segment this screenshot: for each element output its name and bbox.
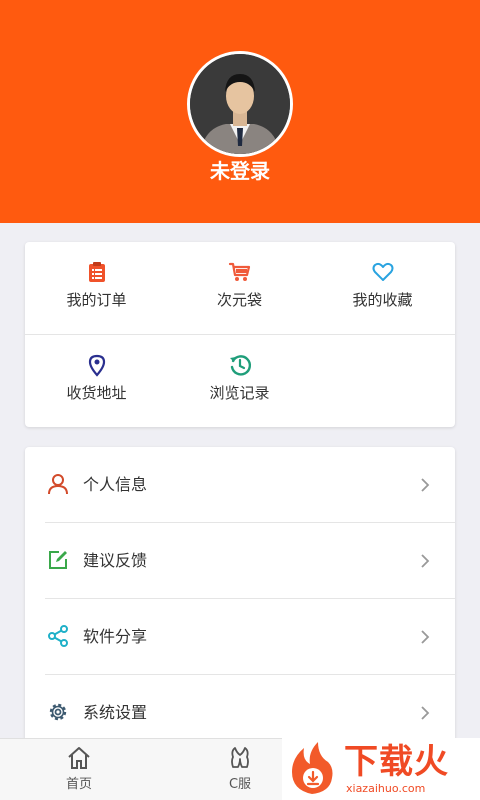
flame-logo-icon [292, 742, 333, 794]
list-item-feedback[interactable]: 建议反馈 [25, 523, 455, 599]
chevron-right-icon [421, 478, 430, 492]
tab-c-service-label: C服 [228, 777, 252, 792]
shopping-cart-icon [228, 262, 251, 281]
settings-list-card: 个人信息 建议反馈 软件分享 系统设置 [25, 447, 455, 747]
cart-label: 次元袋 [216, 291, 262, 309]
profile-header: 未登录 [0, 0, 480, 223]
favorites-label: 我的收藏 [352, 291, 413, 309]
c-service-icon [231, 747, 249, 768]
avatar[interactable] [187, 51, 293, 157]
watermark-brand: 下载火 [344, 742, 449, 782]
settings-label: 系统设置 [83, 703, 148, 722]
tab-home[interactable]: 首页 [29, 739, 129, 800]
share-icon [48, 625, 68, 647]
history-clock-icon [230, 355, 252, 376]
cart-item[interactable]: 次元袋 [168, 242, 311, 334]
quick-menu-card: 我的订单 次元袋 我的收藏 收货地址 浏览记录 [25, 242, 455, 427]
favorites-item[interactable]: 我的收藏 [311, 242, 454, 334]
location-pin-icon [88, 354, 106, 377]
my-orders-label: 我的订单 [66, 291, 127, 309]
history-item[interactable]: 浏览记录 [168, 335, 311, 427]
person-icon [48, 474, 68, 495]
home-icon [68, 747, 90, 769]
tab-home-label: 首页 [65, 777, 92, 792]
heart-icon [372, 262, 394, 281]
chevron-right-icon [421, 554, 430, 568]
address-item[interactable]: 收货地址 [25, 335, 168, 427]
order-list-icon [89, 262, 105, 282]
user-avatar-icon [190, 54, 290, 154]
gear-icon [49, 703, 67, 721]
chevron-right-icon [421, 706, 430, 720]
share-label: 软件分享 [83, 627, 148, 646]
chevron-right-icon [421, 630, 430, 644]
list-item-profile[interactable]: 个人信息 [25, 447, 455, 523]
feedback-label: 建议反馈 [83, 551, 148, 570]
history-label: 浏览记录 [209, 384, 270, 402]
watermark-url: xiazaihuo.com [346, 782, 426, 795]
tab-c-service[interactable]: C服 [190, 739, 290, 800]
address-label: 收货地址 [66, 384, 127, 402]
list-item-share[interactable]: 软件分享 [25, 599, 455, 675]
watermark-logo: 下载火 xiazaihuo.com [282, 738, 480, 800]
username-label[interactable]: 未登录 [0, 158, 480, 184]
profile-label: 个人信息 [83, 475, 148, 494]
my-orders-item[interactable]: 我的订单 [25, 242, 168, 334]
edit-icon [49, 551, 67, 569]
